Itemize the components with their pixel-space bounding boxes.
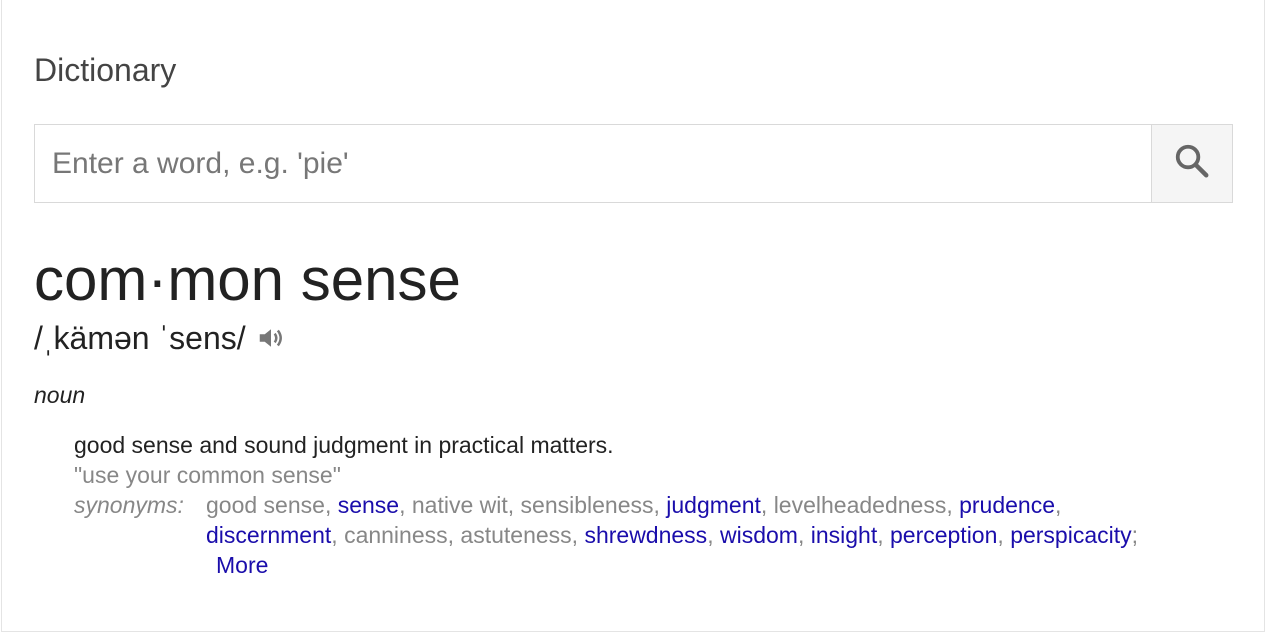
- pronunciation-row: /ˌkämən ˈsens/: [34, 318, 286, 358]
- search-input[interactable]: [35, 125, 1151, 202]
- synonym-item[interactable]: sense: [338, 492, 399, 518]
- synonyms-row: synonyms: good sense, sense, native wit,…: [74, 490, 1194, 580]
- search-button[interactable]: [1151, 125, 1232, 202]
- synonym-item: canniness: [344, 522, 448, 548]
- search-box: [34, 124, 1233, 203]
- part-of-speech: noun: [34, 382, 86, 408]
- phonetic-spelling: /ˌkämən ˈsens/: [34, 320, 246, 356]
- synonym-item[interactable]: judgment: [666, 492, 761, 518]
- synonym-item[interactable]: wisdom: [720, 522, 798, 548]
- synonym-item: astuteness: [460, 522, 572, 548]
- synonyms-label: synonyms:: [74, 492, 184, 518]
- synonym-item: native wit: [411, 492, 508, 518]
- synonym-item[interactable]: shrewdness: [584, 522, 707, 548]
- example-text: "use your common sense": [74, 462, 341, 488]
- synonym-item: levelheadedness: [773, 492, 947, 518]
- definition-block: good sense and sound judgment in practic…: [74, 430, 1194, 580]
- more-synonyms-link[interactable]: More: [216, 552, 268, 578]
- synonym-item[interactable]: discernment: [206, 522, 331, 548]
- speaker-icon[interactable]: [256, 323, 286, 353]
- definition-text: good sense and sound judgment in practic…: [74, 432, 614, 458]
- synonyms-list: good sense, sense, native wit, sensiblen…: [206, 492, 1139, 578]
- synonym-item: sensibleness: [520, 492, 654, 518]
- search-icon: [1173, 142, 1211, 185]
- headword: com·mon sense: [34, 246, 461, 313]
- widget-title: Dictionary: [34, 52, 177, 88]
- synonym-item[interactable]: perception: [890, 522, 997, 548]
- synonym-item: good sense: [206, 492, 325, 518]
- synonym-item[interactable]: insight: [811, 522, 877, 548]
- synonym-item[interactable]: perspicacity: [1010, 522, 1131, 548]
- dictionary-card: Dictionary com·mon sense /ˌkämən ˈsens/ …: [1, 0, 1265, 632]
- synonym-item[interactable]: prudence: [959, 492, 1055, 518]
